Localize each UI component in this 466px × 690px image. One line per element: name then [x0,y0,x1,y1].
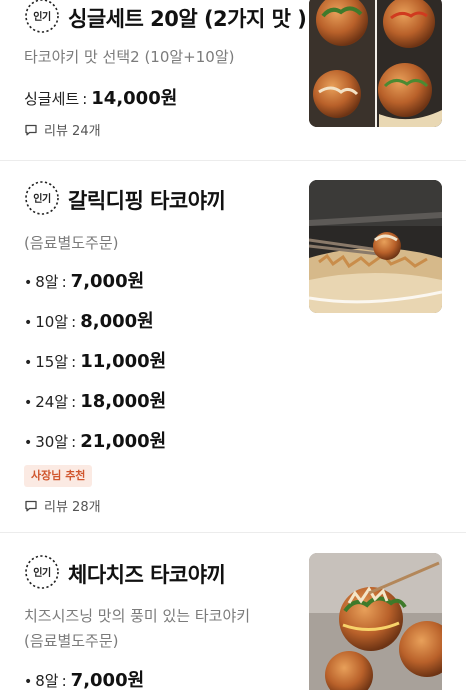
price-option-label: 8알 [35,273,59,291]
price-value: 18,000원 [80,391,167,412]
menu-item-title: 체다치즈 타코야끼 [68,563,226,587]
price-value: 21,000원 [80,431,167,452]
menu-item-description: (음료별도주문) [24,632,119,650]
review-count[interactable]: 리뷰 24개 [24,120,101,139]
price-row: • 10알 : 8,000원 [24,307,154,333]
menu-item-description: 치즈시즈닝 맛의 풍미 있는 타코야키 [24,607,251,625]
menu-item-garlic-dipping[interactable]: 인기 갈릭디핑 타코야끼 (음료별도주문) • 8알 : 7,000원 • 10… [0,160,466,532]
review-count[interactable]: 리뷰 28개 [24,496,101,515]
price-value: 7,000원 [70,670,145,690]
price-option-label: 10알 [35,313,69,331]
price-value: 8,000원 [80,311,154,332]
price-row: 싱글세트 : 14,000원 [24,84,177,110]
cheddar-takoyaki-photo[interactable] [309,553,442,690]
review-count-label: 리뷰 28개 [44,500,101,515]
comment-icon [25,500,37,511]
price-row: • 15알 : 11,000원 [24,347,166,373]
price-row: • 24알 : 18,000원 [24,387,166,413]
price-value: 7,000원 [70,271,145,292]
price-option-label: 8알 [35,672,59,690]
comment-icon [25,124,37,135]
review-count-label: 리뷰 24개 [44,124,101,139]
price-row: • 8알 : 7,000원 [24,267,144,293]
popular-badge-icon: 인기 [22,0,62,36]
menu-item-description: 타코야키 맛 선택2 (10알+10알) [24,48,235,66]
takoyaki-set-photo[interactable] [309,0,442,127]
menu-item-description: (음료별도주문) [24,234,119,252]
menu-item-title: 갈릭디핑 타코야끼 [68,189,226,213]
price-value: 14,000원 [91,88,178,109]
garlic-takoyaki-photo[interactable] [309,180,442,313]
owner-recommend-badge: 사장님 추천 [24,465,93,487]
menu-item-single-set[interactable]: 인기 싱글세트 20알 (2가지 맛 ) 타코야키 맛 선택2 (10알+10알… [0,0,466,160]
price-option-label: 24알 [35,393,69,411]
popular-badge-icon: 인기 [22,552,62,592]
price-row: • 30알 : 21,000원 [24,427,166,453]
price-value: 11,000원 [80,351,167,372]
price-row: • 8알 : 7,000원 [24,666,144,690]
popular-badge-icon: 인기 [22,178,62,218]
menu-item-title: 싱글세트 20알 (2가지 맛 ) [68,7,307,31]
menu-item-cheddar-cheese[interactable]: 인기 체다치즈 타코야끼 치즈시즈닝 맛의 풍미 있는 타코야키 (음료별도주문… [0,532,466,690]
price-option-label: 15알 [35,353,69,371]
price-option-label: 싱글세트 [24,90,80,108]
price-option-label: 30알 [35,433,69,451]
